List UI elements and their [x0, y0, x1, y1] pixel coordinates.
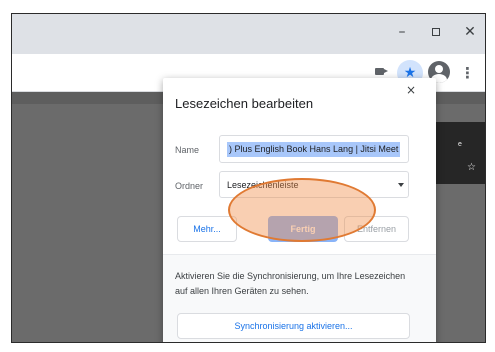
chevron-down-icon	[398, 183, 404, 187]
star-icon[interactable]: ☆	[467, 162, 476, 173]
side-card-text: e	[458, 141, 462, 148]
maximize-button[interactable]	[426, 22, 446, 42]
more-button[interactable]: Mehr...	[177, 216, 237, 242]
side-card: e ☆	[432, 122, 485, 184]
sync-text: Aktivieren Sie die Synchronisierung, um …	[175, 271, 406, 296]
folder-label: Ordner	[175, 181, 204, 191]
sync-panel: Aktivieren Sie die Synchronisierung, um …	[163, 255, 436, 342]
title-bar: – ✕	[12, 14, 485, 54]
name-label: Name	[175, 145, 200, 155]
dialog-title: Lesezeichen bearbeiten	[175, 96, 314, 111]
menu-icon[interactable]: ⋮	[460, 63, 475, 83]
name-field[interactable]: ) Plus English Book Hans Lang | Jitsi Me…	[219, 135, 409, 163]
browser-window: – ✕ ★ ⋮ e ☆ × Lesezeichen bearbeiten Nam…	[11, 13, 486, 343]
name-value: ) Plus English Book Hans Lang | Jitsi Me…	[227, 142, 401, 157]
minimize-button[interactable]: –	[392, 22, 412, 42]
sync-button[interactable]: Synchronisierung aktivieren...	[177, 313, 410, 339]
highlight-annotation	[228, 178, 376, 242]
maximize-icon	[432, 28, 440, 36]
camera-icon[interactable]	[375, 68, 388, 75]
close-window-button[interactable]: ✕	[460, 22, 480, 42]
close-icon[interactable]: ×	[403, 82, 419, 98]
